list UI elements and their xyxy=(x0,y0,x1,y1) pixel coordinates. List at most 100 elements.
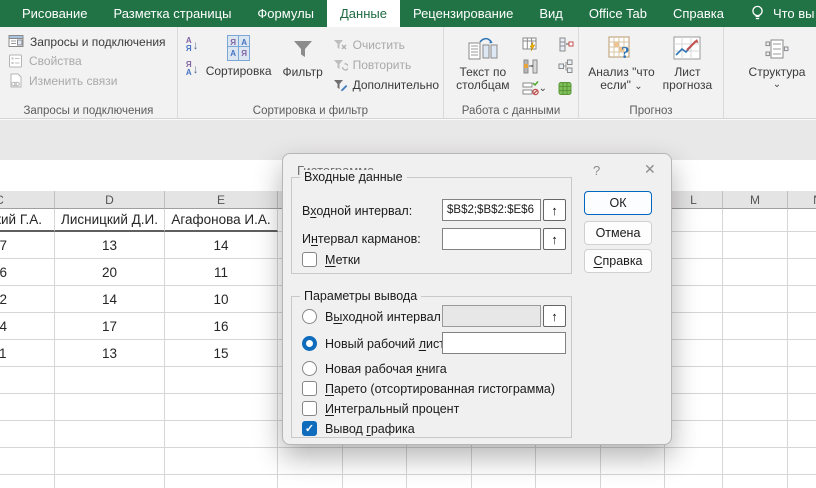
cell[interactable] xyxy=(536,475,601,488)
cell[interactable]: 17 xyxy=(0,232,55,259)
sort-button[interactable]: ЯААЯ Сортировка xyxy=(203,31,275,78)
cell[interactable]: 10 xyxy=(165,286,278,313)
cell[interactable] xyxy=(407,475,472,488)
cell[interactable] xyxy=(343,448,407,475)
cell[interactable] xyxy=(788,313,816,340)
cell[interactable] xyxy=(55,394,165,421)
tab-data[interactable]: Данные xyxy=(327,0,400,27)
column-header-C[interactable]: C xyxy=(0,191,55,209)
data-model-button[interactable] xyxy=(557,81,574,96)
cell[interactable] xyxy=(788,259,816,286)
cell[interactable]: Лисницкий Д.И. xyxy=(55,209,165,232)
column-header-D[interactable]: D xyxy=(55,191,165,209)
cell[interactable] xyxy=(0,475,55,488)
cell[interactable] xyxy=(665,367,723,394)
cell[interactable] xyxy=(665,286,723,313)
column-header-E[interactable]: E xyxy=(165,191,278,209)
cell[interactable] xyxy=(665,475,723,488)
cell[interactable] xyxy=(723,232,788,259)
cell[interactable] xyxy=(788,286,816,313)
cell[interactable] xyxy=(165,394,278,421)
cell[interactable] xyxy=(665,340,723,367)
cell[interactable]: 16 xyxy=(165,313,278,340)
cell[interactable]: 11 xyxy=(165,259,278,286)
cell[interactable] xyxy=(343,475,407,488)
cell[interactable] xyxy=(55,475,165,488)
cell[interactable] xyxy=(723,313,788,340)
what-if-analysis-button[interactable]: ? Анализ "что если" ⌄ xyxy=(587,31,656,92)
range-picker-button[interactable]: ↑ xyxy=(543,228,566,250)
tab-drawing[interactable]: Рисование xyxy=(9,0,100,27)
tab-review[interactable]: Рецензирование xyxy=(400,0,526,27)
cell[interactable] xyxy=(723,367,788,394)
cell[interactable] xyxy=(536,448,601,475)
cell[interactable] xyxy=(665,209,723,232)
cell[interactable] xyxy=(165,421,278,448)
tab-help[interactable]: Справка xyxy=(660,0,737,27)
cell[interactable] xyxy=(472,475,536,488)
tab-view[interactable]: Вид xyxy=(526,0,576,27)
sort-ascending-button[interactable]: АЯ ↓ xyxy=(186,37,199,53)
tab-page-layout[interactable]: Разметка страницы xyxy=(100,0,244,27)
tab-formulas[interactable]: Формулы xyxy=(244,0,327,27)
cell[interactable] xyxy=(665,448,723,475)
cell[interactable] xyxy=(472,448,536,475)
cell[interactable] xyxy=(723,421,788,448)
cell[interactable] xyxy=(665,232,723,259)
cell[interactable] xyxy=(665,313,723,340)
cell[interactable] xyxy=(788,367,816,394)
flash-fill-button[interactable] xyxy=(522,37,547,52)
cell[interactable] xyxy=(165,367,278,394)
bin-range-input[interactable] xyxy=(442,228,541,250)
cell[interactable] xyxy=(278,475,343,488)
cell[interactable] xyxy=(723,209,788,232)
cell[interactable]: Агафонова И.А. xyxy=(165,209,278,232)
cell[interactable] xyxy=(788,448,816,475)
cell[interactable] xyxy=(788,209,816,232)
cell[interactable] xyxy=(788,475,816,488)
cell[interactable] xyxy=(788,232,816,259)
cell[interactable] xyxy=(0,421,55,448)
cell[interactable]: 14 xyxy=(55,286,165,313)
tab-office-tab[interactable]: Office Tab xyxy=(576,0,660,27)
dialog-close-icon[interactable]: ✕ xyxy=(644,161,656,178)
cell[interactable]: 14 xyxy=(165,232,278,259)
cell[interactable] xyxy=(723,286,788,313)
cell[interactable] xyxy=(723,259,788,286)
text-to-columns-button[interactable]: Текст по столбцам xyxy=(452,31,514,92)
forecast-sheet-button[interactable]: Лист прогноза xyxy=(656,31,719,92)
cell[interactable] xyxy=(723,448,788,475)
cell[interactable] xyxy=(723,475,788,488)
relationships-button[interactable] xyxy=(557,59,574,74)
cell[interactable]: 13 xyxy=(55,340,165,367)
cell[interactable] xyxy=(165,475,278,488)
consolidate-button[interactable] xyxy=(522,59,547,74)
cell[interactable]: цкий Г.А. xyxy=(0,209,55,232)
cell[interactable] xyxy=(788,421,816,448)
column-header-N[interactable]: N xyxy=(788,191,816,209)
pareto-checkbox[interactable] xyxy=(302,381,317,396)
labels-checkbox[interactable] xyxy=(302,252,317,267)
new-sheet-radio[interactable] xyxy=(302,336,317,351)
tell-me-box[interactable]: Что вы хотите xyxy=(751,0,816,27)
column-header-M[interactable]: M xyxy=(723,191,788,209)
cell[interactable] xyxy=(407,448,472,475)
ok-button[interactable]: ОК xyxy=(584,191,652,215)
outline-button[interactable]: Структура ⌄ xyxy=(742,31,812,90)
remove-duplicates-button[interactable] xyxy=(557,37,574,52)
cell[interactable] xyxy=(723,394,788,421)
advanced-filter-button[interactable]: Дополнительно xyxy=(333,78,439,92)
cumulative-checkbox[interactable] xyxy=(302,401,317,416)
cancel-button[interactable]: Отмена xyxy=(584,221,652,245)
cell[interactable] xyxy=(0,394,55,421)
cell[interactable] xyxy=(55,421,165,448)
cell[interactable] xyxy=(55,448,165,475)
output-range-input[interactable] xyxy=(442,305,541,327)
cell[interactable] xyxy=(55,367,165,394)
new-sheet-input[interactable] xyxy=(442,332,566,354)
cell[interactable]: 11 xyxy=(0,340,55,367)
cell[interactable]: 20 xyxy=(55,259,165,286)
cell[interactable]: 16 xyxy=(0,259,55,286)
cell[interactable] xyxy=(665,421,723,448)
cell[interactable] xyxy=(278,448,343,475)
